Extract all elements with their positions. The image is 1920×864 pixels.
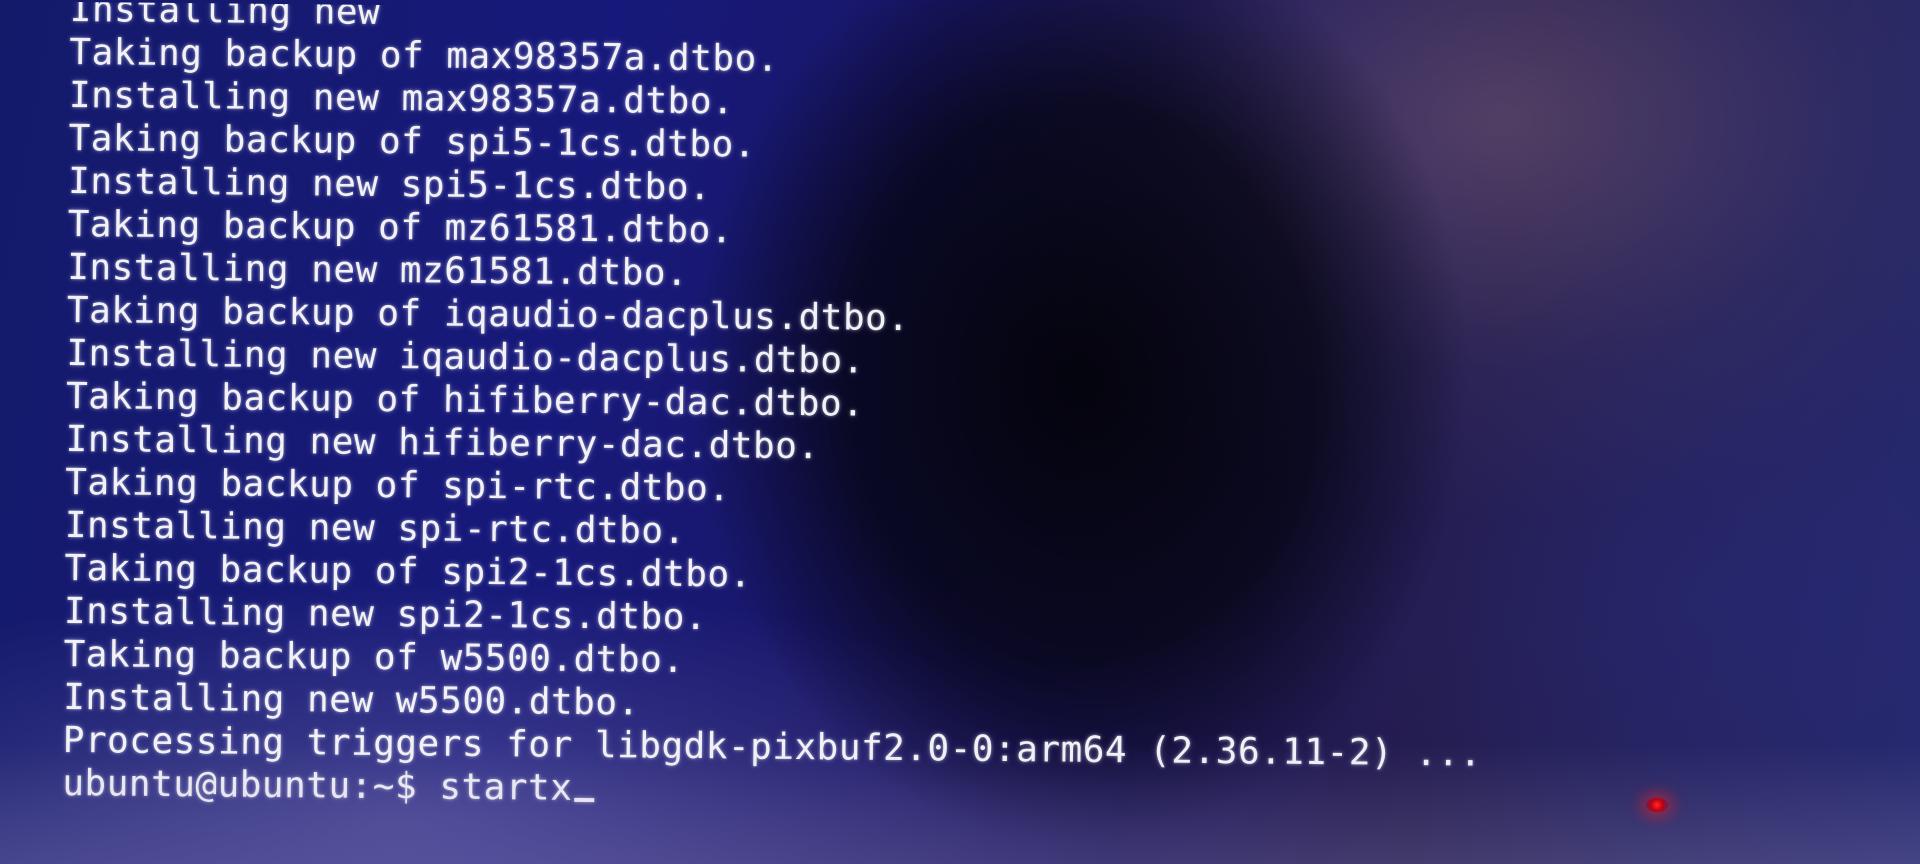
text-cursor	[574, 797, 595, 803]
console-output: Installing new Taking backup of max98357…	[62, 0, 1482, 818]
command-input[interactable]: startx	[439, 767, 572, 809]
terminal-screen: Installing new Taking backup of max98357…	[0, 0, 1920, 864]
power-led-icon	[1646, 798, 1668, 812]
shell-prompt: ubuntu@ubuntu:~$	[62, 762, 440, 808]
